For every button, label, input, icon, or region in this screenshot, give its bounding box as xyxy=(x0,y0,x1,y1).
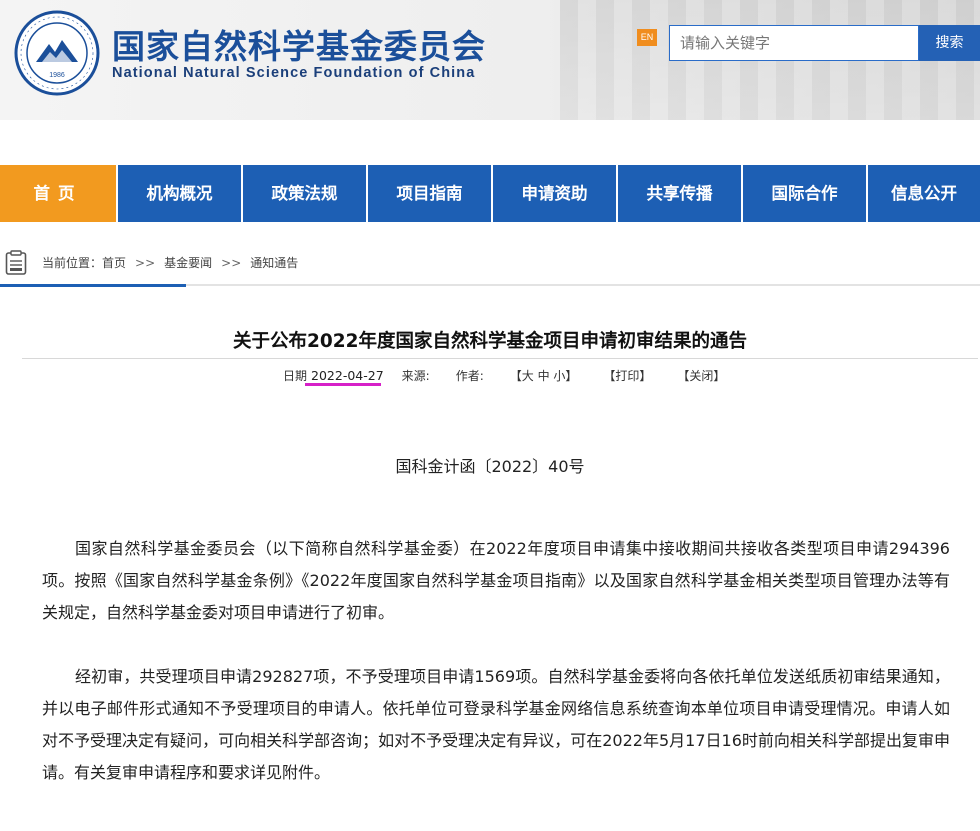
main-navigation: 首页 机构概况 政策法规 项目指南 申请资助 共享传播 国际合作 信息公开 xyxy=(0,165,980,222)
document-number: 国科金计函〔2022〕40号 xyxy=(395,457,585,476)
search-box xyxy=(669,25,919,61)
search-input[interactable] xyxy=(670,26,918,60)
search-button[interactable]: 搜索 xyxy=(919,25,980,61)
breadcrumb-divider-accent xyxy=(0,284,186,287)
nav-item-home[interactable]: 首页 xyxy=(0,165,118,222)
breadcrumb-item-news[interactable]: 基金要闻 xyxy=(164,256,212,270)
nav-item-apply[interactable]: 申请资助 xyxy=(493,165,618,222)
breadcrumb: 当前位置：首页 >> 基金要闻 >> 通知通告 xyxy=(42,254,298,271)
site-header: 1986 国家自然科学基金委员会 National Natural Scienc… xyxy=(0,0,980,120)
publish-date: 2022-04-27 xyxy=(311,368,384,383)
date-highlight-underline xyxy=(305,383,381,386)
source-label: 来源: xyxy=(401,369,430,383)
breadcrumb-separator: >> xyxy=(135,256,156,270)
nav-item-policy[interactable]: 政策法规 xyxy=(243,165,368,222)
nsfc-seal-logo-icon[interactable]: 1986 xyxy=(14,10,100,96)
seal-year: 1986 xyxy=(49,72,65,79)
breadcrumb-item-home[interactable]: 首页 xyxy=(102,256,126,270)
nav-item-about[interactable]: 机构概况 xyxy=(118,165,243,222)
nav-item-international[interactable]: 国际合作 xyxy=(743,165,868,222)
english-version-link[interactable]: EN xyxy=(637,29,657,46)
author-label: 作者: xyxy=(455,369,484,383)
close-button[interactable]: 【关闭】 xyxy=(677,367,725,384)
breadcrumb-separator: >> xyxy=(221,256,242,270)
article-paragraph: 经初审，共受理项目申请292827项，不予受理项目申请1569项。自然科学基金委… xyxy=(42,667,950,782)
article-paragraph: 国家自然科学基金委员会（以下简称自然科学基金委）在2022年度项目申请集中接收期… xyxy=(42,539,950,622)
nav-item-share[interactable]: 共享传播 xyxy=(618,165,743,222)
article-title: 关于公布2022年度国家自然科学基金项目申请初审结果的通告 xyxy=(233,331,747,352)
nav-item-guide[interactable]: 项目指南 xyxy=(368,165,493,222)
nav-item-disclosure[interactable]: 信息公开 xyxy=(868,165,980,222)
breadcrumb-item-notices[interactable]: 通知通告 xyxy=(250,256,298,270)
date-label: 日期 xyxy=(283,369,308,383)
font-size-switch[interactable]: 【大 中 小】 xyxy=(510,367,578,384)
site-title-en: National Natural Science Foundation of C… xyxy=(112,65,476,81)
print-button[interactable]: 【打印】 xyxy=(603,367,651,384)
article-meta: 日期 2022-04-27 来源: 作者: 【大 中 小】 【打印】 【关闭】 xyxy=(283,367,725,384)
title-divider xyxy=(22,358,978,359)
site-title-cn: 国家自然科学基金委员会 xyxy=(112,27,486,66)
breadcrumb-prefix: 当前位置： xyxy=(42,256,103,270)
location-board-icon xyxy=(5,250,27,275)
